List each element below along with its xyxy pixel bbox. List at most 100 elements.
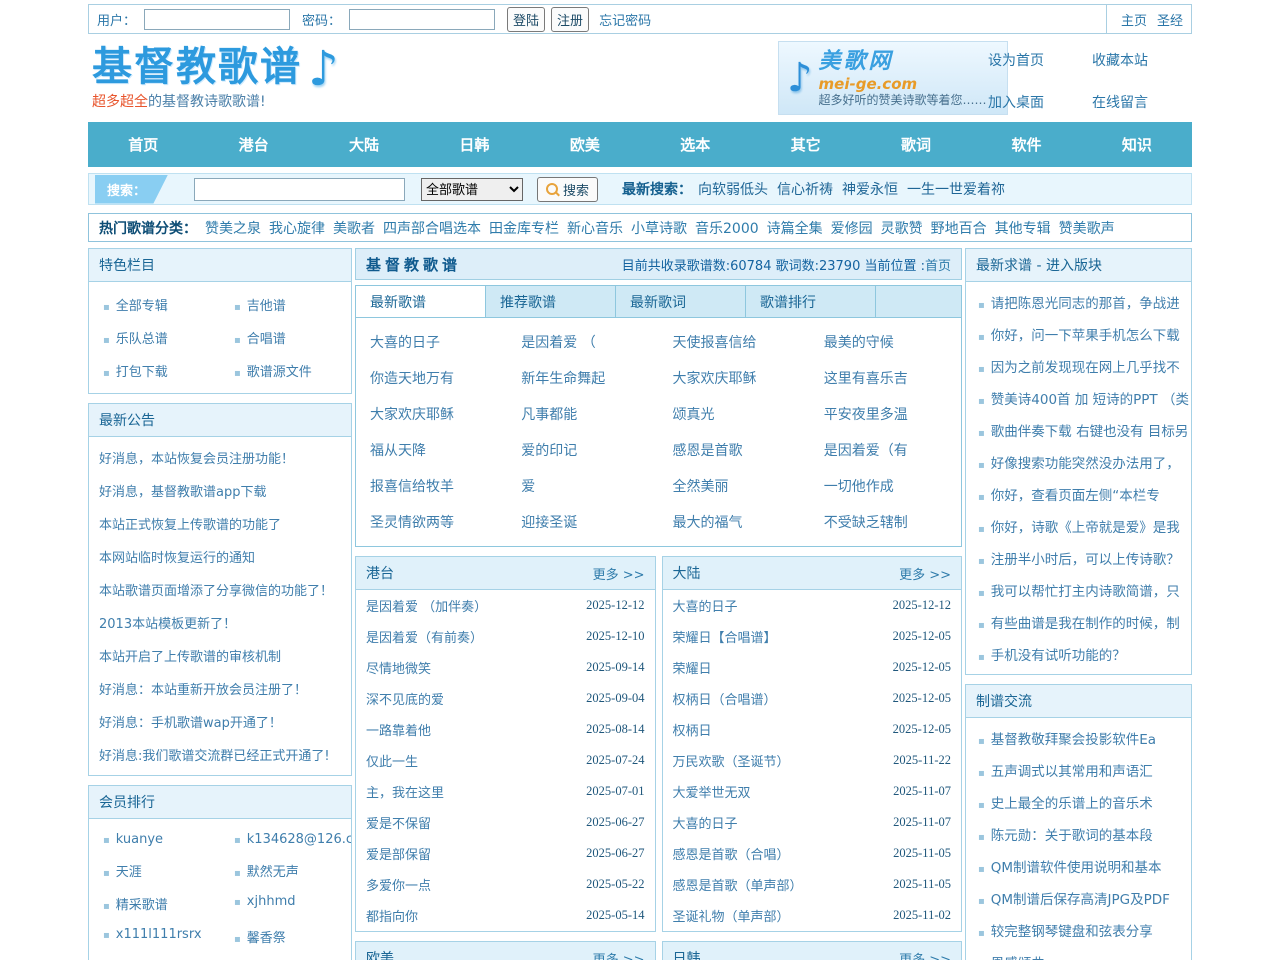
song-link[interactable]: 最美的守候 [824,335,894,351]
song-link[interactable]: 颂真光 [673,407,715,423]
song-link[interactable]: 凡事都能 [521,407,577,423]
song-link[interactable]: 感恩是首歌（合唱） [673,844,790,863]
song-link[interactable]: 平安夜里多温 [824,407,908,423]
song-link[interactable]: 迎接圣诞 [521,515,577,531]
request-link[interactable]: 有些曲谱是我在制作的时候，制 [991,616,1180,632]
song-link[interactable]: 爱是部保留 [366,844,431,863]
exchange-link[interactable]: 史上最全的乐谱上的音乐术 [991,796,1153,812]
song-link[interactable]: 福从天降 [370,443,426,459]
featured-link[interactable]: 合唱谱 [247,332,286,347]
song-link[interactable]: 最大的福气 [673,515,743,531]
notice-link[interactable]: 本网站临时恢复运行的通知 [89,540,351,573]
hot-category-link[interactable]: 野地百合 [931,218,987,238]
song-link[interactable]: 万民欢歌（圣诞节） [673,751,790,770]
request-link[interactable]: 赞美诗400首 加 短诗的PPT （类 [991,392,1189,408]
hot-category-link[interactable]: 灵歌赞 [881,218,923,238]
member-link[interactable]: xjhhmd [247,894,296,909]
latest-search-link[interactable]: 信心祈祷 [777,179,833,199]
hot-category-link[interactable]: 新心音乐 [567,218,623,238]
request-link[interactable]: 歌曲伴奏下载 右键也没有 目标另 [991,424,1189,440]
song-link[interactable]: 一路靠着他 [366,720,431,739]
hot-category-link[interactable]: 田金库专栏 [489,218,559,238]
nav-item[interactable]: 大陆 [309,122,419,167]
search-button[interactable]: 搜索 [537,177,598,202]
song-link[interactable]: 是因着爱（有 [824,443,908,459]
song-link[interactable]: 报喜信给牧羊 [370,479,454,495]
request-link[interactable]: 你好，诗歌《上帝就是爱》是我 [991,520,1180,536]
site-logo[interactable]: 基督教歌谱 ♪ 超多超全的基督教诗歌歌谱! [92,45,339,111]
notice-link[interactable]: 本站歌谱页面增添了分享微信的功能了！ [89,573,351,606]
song-link[interactable]: 仅此一生 [366,751,418,770]
exchange-link[interactable]: 陈元勋：关于歌词的基本段 [991,828,1153,844]
nav-item[interactable]: 其它 [750,122,860,167]
song-link[interactable]: 尽情地微笑 [366,658,431,677]
song-link[interactable]: 主，我在这里 [366,782,444,801]
hot-category-link[interactable]: 赞美歌声 [1059,218,1115,238]
song-link[interactable]: 荣耀日【合唱谱】 [673,627,777,646]
request-link[interactable]: 手机没有试听功能的？ [991,648,1126,664]
featured-link[interactable]: 歌谱源文件 [247,365,312,380]
nav-item[interactable]: 首页 [88,122,198,167]
latest-search-link[interactable]: 神爱永恒 [842,179,898,199]
tab-latest-scores[interactable]: 最新歌谱 [356,286,486,317]
song-link[interactable]: 圣灵情欲两等 [370,515,454,531]
exchange-link[interactable]: 五声调式以其常用和声语汇 [991,764,1153,780]
request-link[interactable]: 请把陈恩光同志的那首，争战进 [991,296,1180,312]
tab-score-ranking[interactable]: 歌谱排行 [746,286,876,317]
song-link[interactable]: 大家欢庆耶稣 [370,407,454,423]
featured-link[interactable]: 全部专辑 [116,299,168,314]
exchange-link[interactable]: 较完整钢琴键盘和弦表分享 [991,924,1153,940]
password-input[interactable] [349,9,495,30]
quick-link[interactable]: 在线留言 [1092,92,1182,112]
song-link[interactable]: 爱是不保留 [366,813,431,832]
member-link[interactable]: 默然无声 [247,865,299,880]
username-input[interactable] [144,9,290,30]
song-link[interactable]: 大家欢庆耶稣 [673,371,757,387]
song-link[interactable]: 深不见底的爱 [366,689,444,708]
song-link[interactable]: 是因着爱 （ [521,335,595,351]
notice-link[interactable]: 2013本站模板更新了！ [89,606,351,639]
hot-category-link[interactable]: 美歌者 [333,218,375,238]
breadcrumb-home-link[interactable]: 首页 [925,259,951,274]
song-link[interactable]: 不受缺乏辖制 [824,515,908,531]
member-link[interactable]: kuanye [116,832,163,847]
member-link[interactable]: x111l111rsrx [116,927,202,942]
hot-category-link[interactable]: 赞美之泉 [205,218,261,238]
login-button[interactable]: 登陆 [507,7,545,32]
search-input[interactable] [194,178,405,201]
song-link[interactable]: 感恩是首歌（单声部） [673,875,803,894]
notice-link[interactable]: 好消息：手机歌谱wap开通了！ [89,705,351,738]
song-link[interactable]: 天使报喜信给 [673,335,757,351]
hot-category-link[interactable]: 诗篇全集 [767,218,823,238]
hot-category-link[interactable]: 小草诗歌 [631,218,687,238]
request-link[interactable]: 我可以帮忙打主内诗歌简谱，只 [991,584,1180,600]
song-link[interactable]: 多爱你一点 [366,875,431,894]
song-link[interactable]: 权柄日（合唱谱） [673,689,777,708]
home-link[interactable]: 主页 [1121,10,1147,29]
quick-link[interactable]: 设为首页 [988,50,1078,70]
song-link[interactable]: 圣诞礼物（单声部） [673,906,790,925]
nav-item[interactable]: 港台 [198,122,308,167]
exchange-link[interactable]: 恩感颂曲 [991,956,1045,960]
bible-link[interactable]: 圣经 [1157,10,1183,29]
song-link[interactable]: 荣耀日 [673,658,712,677]
hot-category-link[interactable]: 爱修园 [831,218,873,238]
featured-link[interactable]: 乐队总谱 [116,332,168,347]
nav-item[interactable]: 知识 [1082,122,1192,167]
song-link[interactable]: 爱 [521,479,535,495]
hot-category-link[interactable]: 我心旋律 [269,218,325,238]
latest-search-link[interactable]: 向软弱低头 [698,179,768,199]
exchange-link[interactable]: QM制谱后保存高清JPG及PDF [991,892,1170,908]
request-link[interactable]: 你好，查看页面左侧“本栏专 [991,488,1160,504]
search-scope-select[interactable]: 全部歌谱 [421,178,523,201]
member-link[interactable]: 天涯 [116,865,142,880]
request-link[interactable]: 好像搜索功能突然没办法用了， [991,456,1180,472]
tab-latest-lyrics[interactable]: 最新歌词 [616,286,746,317]
forgot-password-link[interactable]: 忘记密码 [599,10,651,29]
nav-item[interactable]: 软件 [971,122,1081,167]
song-link[interactable]: 大喜的日子 [673,596,738,615]
oumei-more-link[interactable]: 更多 >> [593,949,645,960]
register-button[interactable]: 注册 [551,7,589,32]
song-link[interactable]: 新年生命舞起 [521,371,605,387]
member-link[interactable]: 馨香祭 [247,931,286,946]
